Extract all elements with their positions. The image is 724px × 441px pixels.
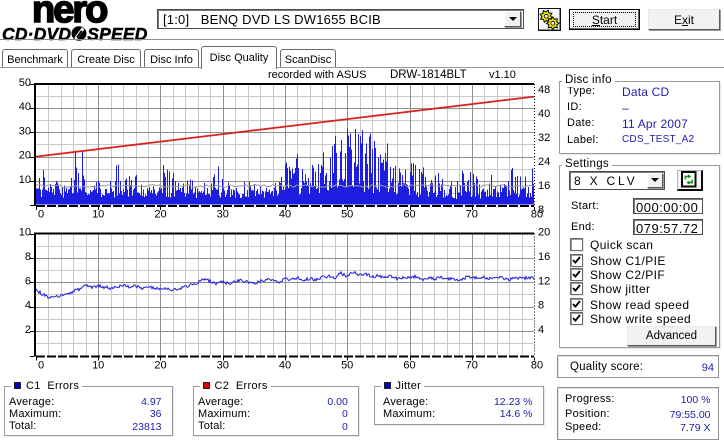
svg-text:32: 32: [538, 132, 550, 144]
svg-text:6: 6: [25, 275, 31, 287]
svg-text:20: 20: [154, 360, 166, 372]
svg-text:30: 30: [217, 360, 229, 372]
svg-text:16: 16: [538, 251, 550, 263]
svg-text:16: 16: [538, 180, 550, 192]
svg-text:50: 50: [19, 77, 31, 89]
svg-text:4: 4: [538, 324, 544, 336]
svg-text:10: 10: [19, 174, 31, 186]
svg-text:60: 60: [403, 209, 415, 221]
svg-text:50: 50: [341, 360, 353, 372]
svg-text:8: 8: [25, 251, 31, 263]
svg-text:80: 80: [531, 209, 543, 221]
svg-text:60: 60: [403, 360, 415, 372]
svg-text:0: 0: [38, 209, 44, 221]
svg-text:20: 20: [538, 227, 550, 239]
svg-text:40: 40: [19, 101, 31, 113]
svg-text:2: 2: [25, 324, 31, 336]
svg-text:48: 48: [538, 84, 550, 96]
svg-text:40: 40: [538, 108, 550, 120]
svg-text:80: 80: [531, 360, 543, 372]
svg-text:40: 40: [279, 209, 291, 221]
svg-text:70: 70: [466, 209, 478, 221]
svg-text:40: 40: [279, 360, 291, 372]
svg-text:20: 20: [19, 150, 31, 162]
svg-text:30: 30: [217, 209, 229, 221]
svg-text:0: 0: [38, 360, 44, 372]
svg-text:10: 10: [92, 360, 104, 372]
svg-text:20: 20: [154, 209, 166, 221]
svg-text:70: 70: [466, 360, 478, 372]
svg-text:10: 10: [92, 209, 104, 221]
svg-text:10: 10: [19, 227, 31, 239]
svg-text:30: 30: [19, 125, 31, 137]
svg-text:24: 24: [538, 156, 550, 168]
svg-text:8: 8: [538, 300, 544, 312]
svg-text:12: 12: [538, 275, 550, 287]
svg-text:50: 50: [341, 209, 353, 221]
svg-text:4: 4: [25, 300, 31, 312]
